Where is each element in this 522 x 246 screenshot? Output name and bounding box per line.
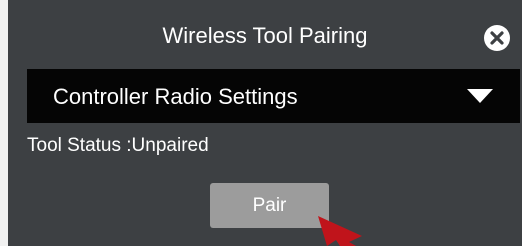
close-button[interactable]	[484, 25, 510, 51]
close-icon	[490, 31, 504, 45]
wireless-pairing-dialog: Wireless Tool Pairing Controller Radio S…	[8, 0, 522, 246]
radio-settings-dropdown[interactable]: Controller Radio Settings	[27, 69, 520, 123]
dialog-title: Wireless Tool Pairing	[162, 23, 368, 48]
tool-status-text: Tool Status :Unpaired	[27, 135, 209, 156]
dropdown-selected-value: Controller Radio Settings	[53, 84, 298, 109]
pair-button[interactable]: Pair	[210, 183, 329, 228]
caret-down-icon	[467, 89, 493, 103]
